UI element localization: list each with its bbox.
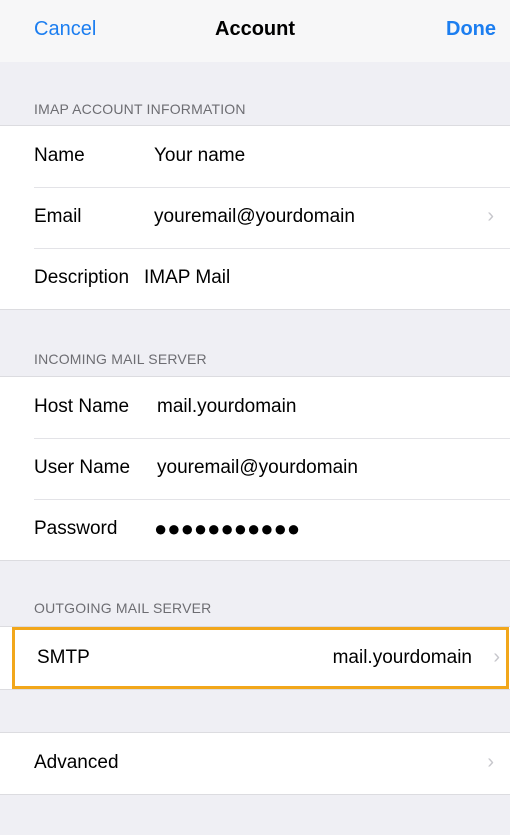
user-name-field[interactable]: youremail@yourdomain	[157, 457, 358, 479]
chevron-right-icon: ›	[487, 205, 494, 227]
host-name-field[interactable]: mail.yourdomain	[157, 396, 296, 418]
description-field[interactable]: IMAP Mail	[144, 267, 230, 289]
chevron-right-icon: ›	[487, 751, 494, 773]
advanced-row[interactable]: Advanced ›	[0, 733, 510, 794]
smtp-value: mail.yourdomain	[332, 647, 472, 668]
name-field[interactable]: Your name	[154, 145, 245, 167]
name-row[interactable]: Name Your name	[0, 126, 510, 187]
imap-account-group: Name Your name Email youremail@yourdomai…	[0, 125, 510, 310]
description-row[interactable]: Description IMAP Mail	[0, 248, 510, 309]
advanced-group: Advanced ›	[0, 732, 510, 795]
smtp-label: SMTP	[37, 647, 90, 668]
name-label: Name	[34, 145, 85, 166]
done-button[interactable]: Done	[446, 18, 496, 41]
host-name-label: Host Name	[34, 396, 130, 417]
section-header-outgoing-mail-server: OUTGOING MAIL SERVER	[34, 600, 212, 616]
email-label: Email	[34, 206, 82, 227]
password-field[interactable]: ●●●●●●●●●●●	[154, 516, 300, 542]
advanced-label: Advanced	[34, 752, 119, 773]
email-row[interactable]: Email youremail@yourdomain ›	[0, 187, 510, 248]
user-name-row[interactable]: User Name youremail@yourdomain	[0, 438, 510, 499]
password-label: Password	[34, 518, 118, 539]
section-header-imap-account: IMAP ACCOUNT INFORMATION	[34, 101, 246, 117]
user-name-label: User Name	[34, 457, 131, 478]
chevron-right-icon: ›	[493, 646, 500, 668]
navigation-bar: Cancel Account Done	[0, 0, 510, 62]
smtp-row[interactable]: SMTP mail.yourdomain ›	[12, 627, 509, 689]
host-name-row[interactable]: Host Name mail.yourdomain	[0, 377, 510, 438]
section-header-incoming-mail-server: INCOMING MAIL SERVER	[34, 351, 207, 367]
page-title: Account	[215, 18, 295, 40]
description-label: Description	[34, 267, 130, 288]
incoming-server-group: Host Name mail.yourdomain User Name your…	[0, 376, 510, 561]
password-row[interactable]: Password ●●●●●●●●●●●	[0, 499, 510, 560]
email-field[interactable]: youremail@yourdomain	[154, 206, 355, 228]
